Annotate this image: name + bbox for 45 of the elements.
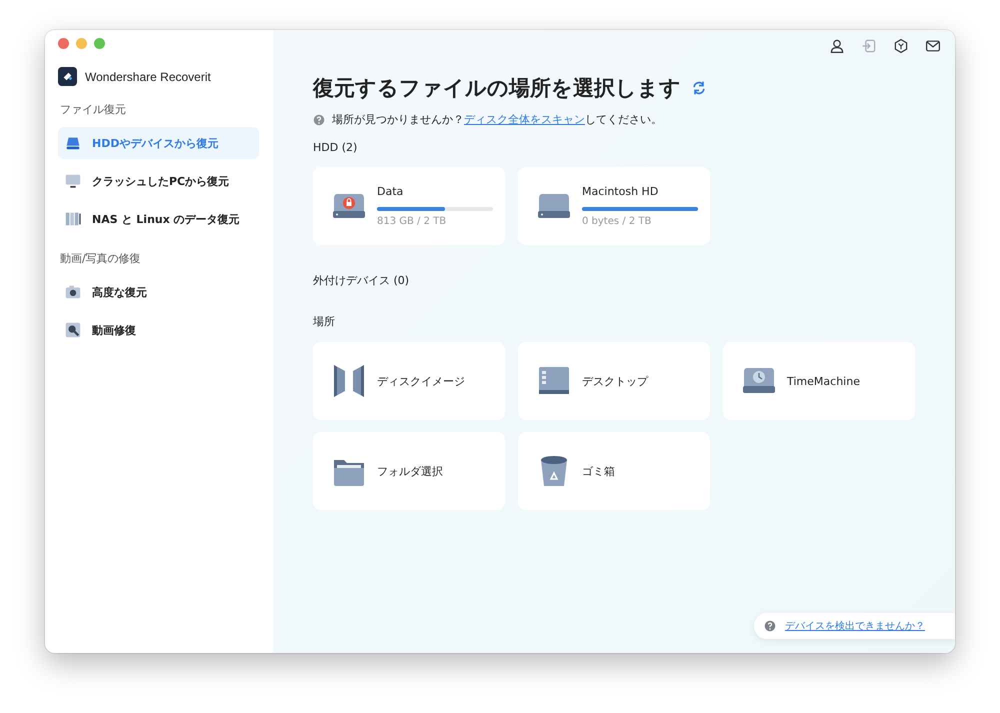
- hint-text: 場所が見つかりませんか？ディスク全体をスキャン してください。: [332, 112, 662, 127]
- close-window-icon[interactable]: [58, 38, 69, 49]
- location-name: ディスクイメージ: [377, 374, 465, 388]
- device-not-detected-link[interactable]: デバイスを検出できませんか？: [785, 619, 925, 633]
- sidebar-item[interactable]: 動画修復: [58, 314, 259, 346]
- section-heading: HDD (2): [313, 141, 358, 154]
- location-card[interactable]: ゴミ箱: [518, 432, 710, 510]
- server-icon: [64, 210, 82, 228]
- location-card[interactable]: フォルダ選択: [313, 432, 505, 510]
- help-icon: [313, 114, 325, 126]
- location-name: デスクトップ: [582, 374, 648, 388]
- location-card[interactable]: デスクトップ: [518, 342, 710, 420]
- location-card[interactable]: TimeMachine: [723, 342, 915, 420]
- drive-name: Macintosh HD: [582, 185, 660, 198]
- monitor-icon: [64, 172, 82, 190]
- location-name: フォルダ選択: [377, 464, 443, 478]
- location-name: TimeMachine: [787, 374, 860, 388]
- disk-image-icon: [331, 363, 367, 399]
- sidebar-item[interactable]: HDDやデバイスから復元: [58, 127, 259, 159]
- mail-icon[interactable]: [925, 38, 941, 54]
- sidebar-item[interactable]: NAS と Linux のデータ復元: [58, 203, 259, 235]
- drive-card[interactable]: Macintosh HD 0 bytes / 2 TB: [518, 167, 710, 245]
- location-card[interactable]: ディスクイメージ: [313, 342, 505, 420]
- drive-card[interactable]: Data 813 GB / 2 TB: [313, 167, 505, 245]
- drive-usage: 813 GB / 2 TB: [377, 216, 448, 227]
- scan-disk-link[interactable]: ディスク全体をスキャン: [464, 113, 585, 126]
- user-icon[interactable]: [829, 38, 845, 54]
- camera-icon: [64, 283, 82, 301]
- sidebar-section-title: ファイル復元: [60, 102, 127, 117]
- cube-icon[interactable]: [893, 38, 909, 54]
- sidebar-section-title: 動画/写真の修復: [60, 251, 142, 266]
- location-name: ゴミ箱: [582, 464, 615, 478]
- sidebar-item[interactable]: クラッシュしたPCから復元: [58, 165, 259, 197]
- app-name: Wondershare Recoverit: [85, 70, 211, 84]
- drive-usage: 0 bytes / 2 TB: [582, 216, 652, 227]
- refresh-icon[interactable]: [691, 80, 707, 96]
- section-heading: 場所: [313, 314, 336, 329]
- sign-in-icon[interactable]: [861, 38, 877, 54]
- app-logo-icon: [58, 67, 77, 86]
- section-heading: 外付けデバイス (0): [313, 273, 410, 288]
- sidebar-item[interactable]: 高度な復元: [58, 276, 259, 308]
- zoom-window-icon[interactable]: [94, 38, 105, 49]
- drive-name: Data: [377, 185, 404, 198]
- help-icon: [764, 620, 776, 632]
- page-title: 復元するファイルの場所を選択します: [313, 75, 681, 102]
